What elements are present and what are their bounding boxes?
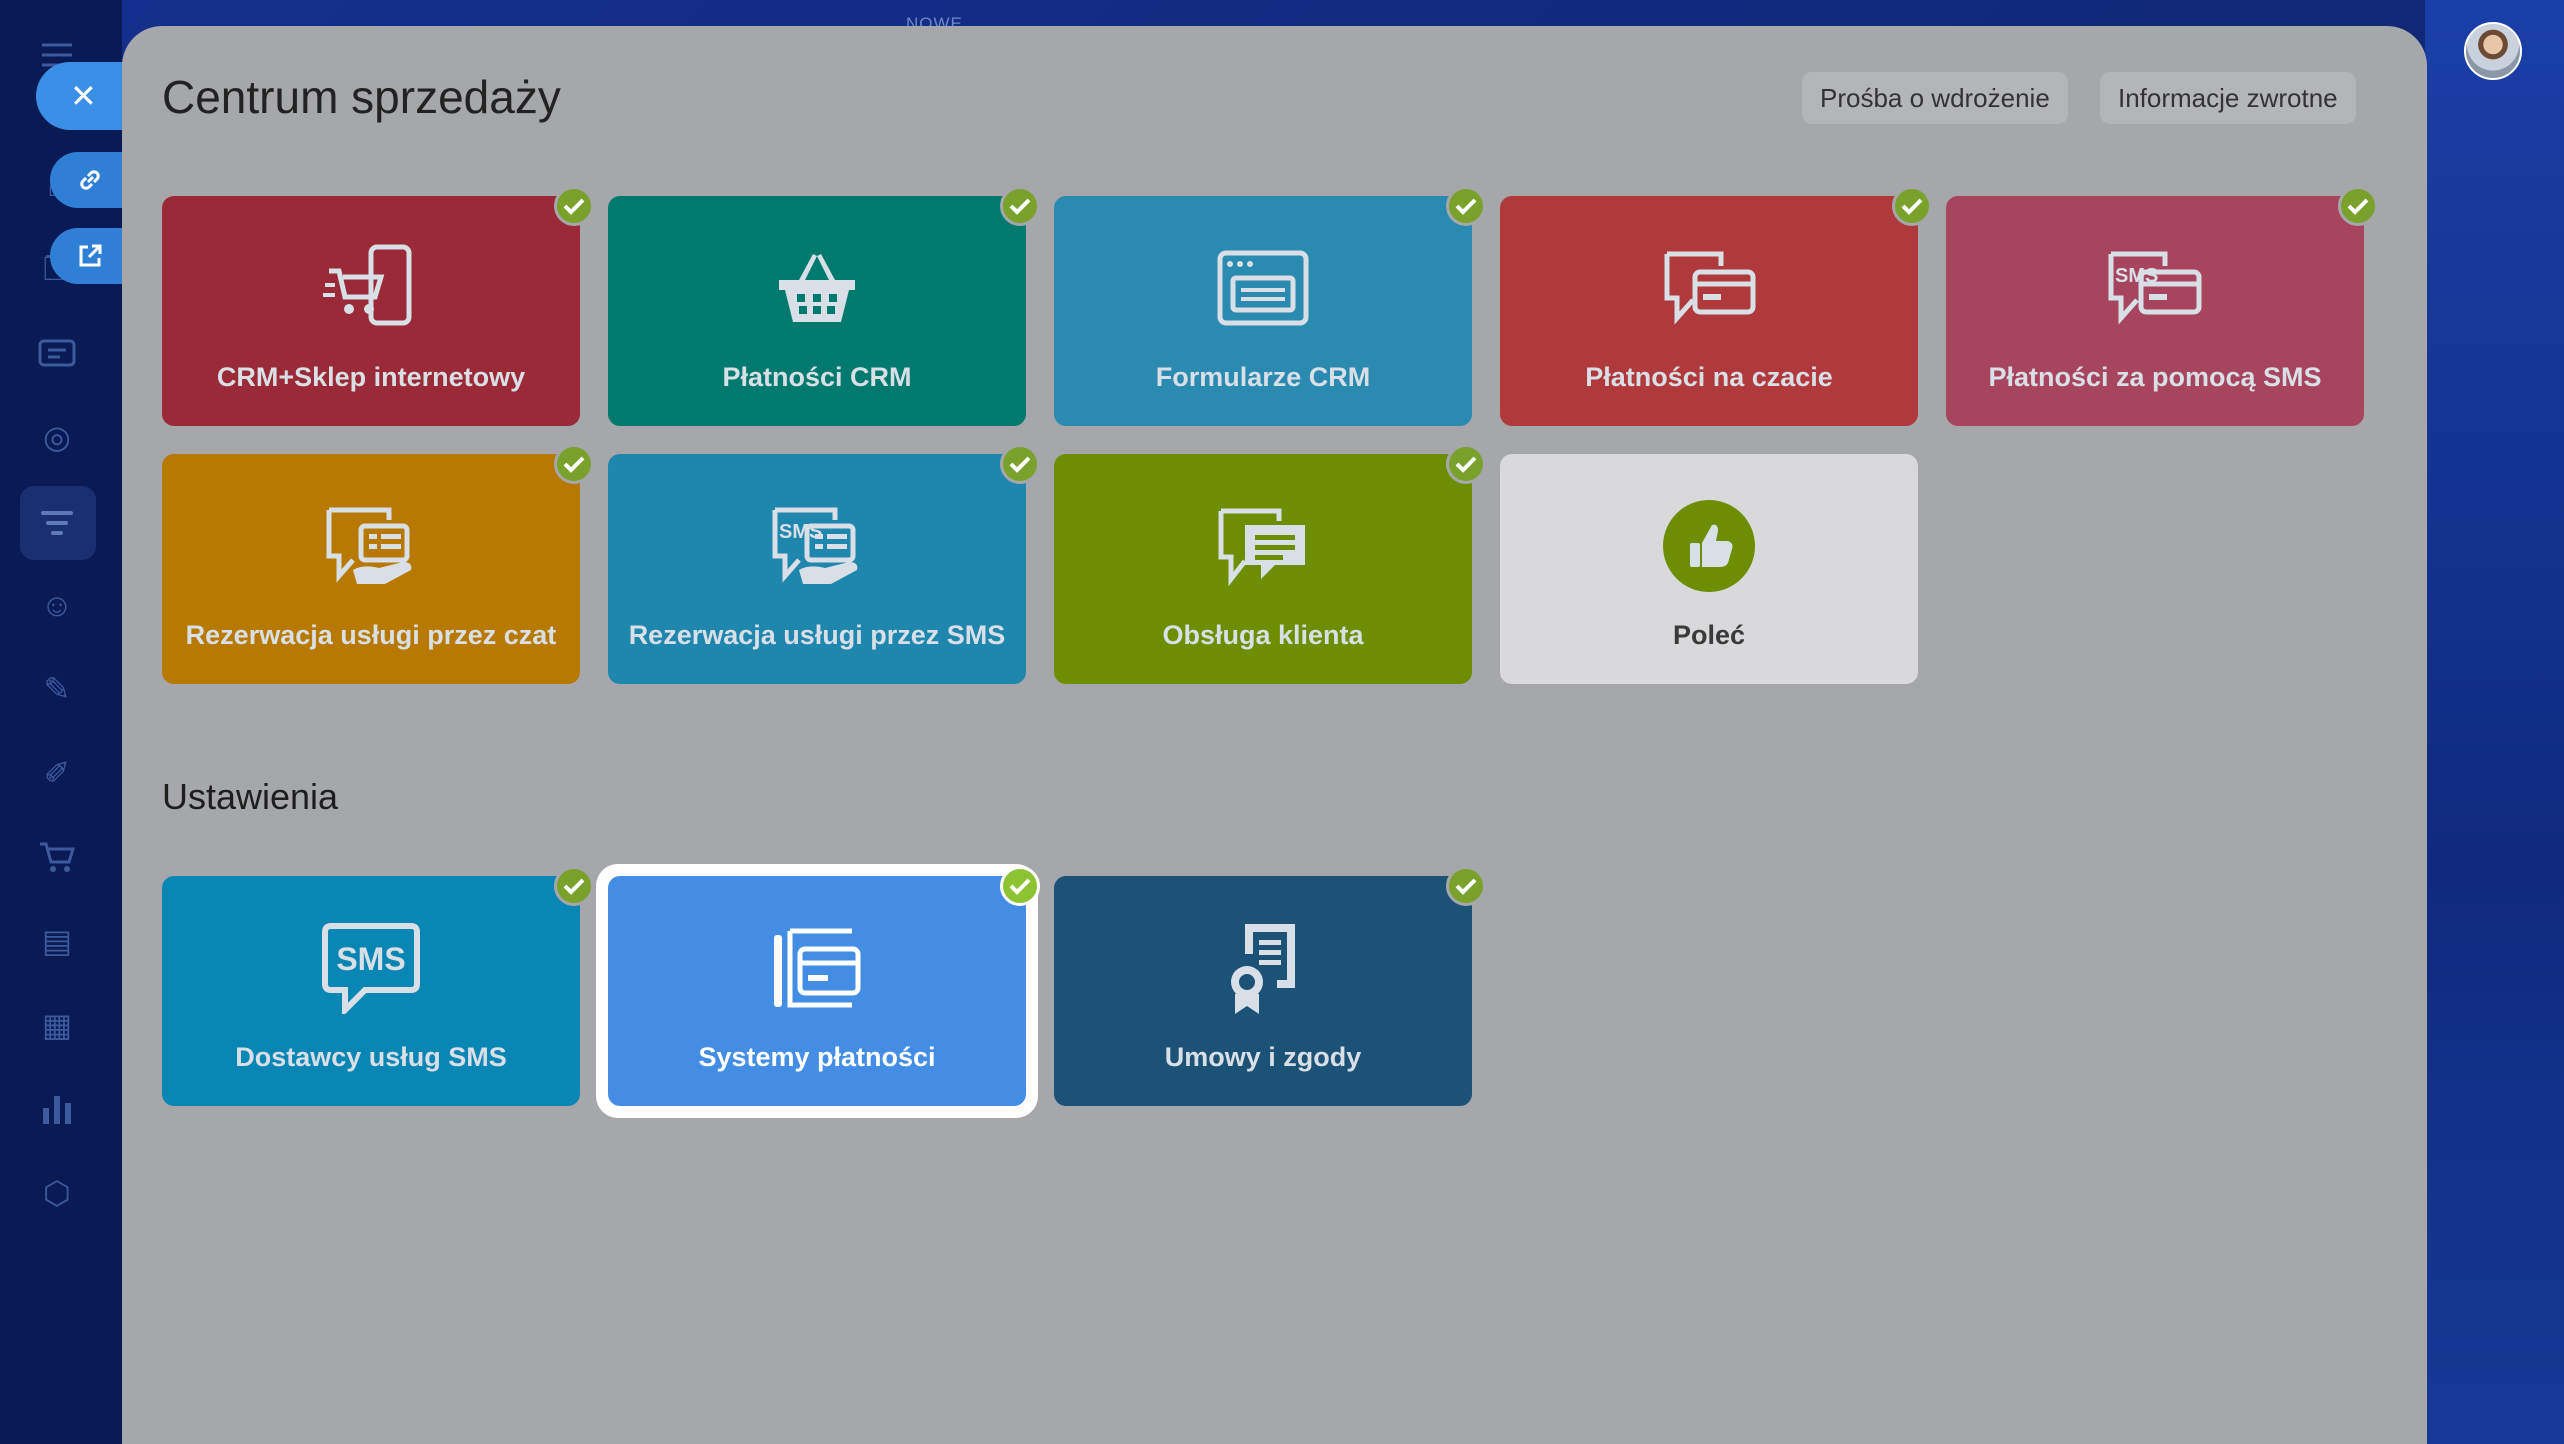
payment-cards-icon: [770, 920, 864, 1016]
implementation-request-button[interactable]: Prośba o wdrożenie: [1802, 72, 2068, 124]
background-right-panel: [2425, 0, 2564, 1444]
tile-recommend[interactable]: Poleć: [1500, 454, 1918, 684]
tile-sms-providers[interactable]: SMS Dostawcy usług SMS: [162, 866, 594, 1106]
settings-icon[interactable]: ⬡: [36, 1172, 78, 1214]
settings-section-title: Ustawienia: [162, 776, 339, 817]
analytics-icon[interactable]: [36, 1088, 78, 1130]
tile-label: Formularze CRM: [1155, 362, 1371, 392]
tile-label: Rezerwacja usługi przez czat: [185, 620, 557, 650]
svg-text:SMS: SMS: [2115, 265, 2158, 287]
check-icon: [554, 444, 594, 484]
tile-contracts-consents[interactable]: Umowy i zgody: [1054, 866, 1486, 1106]
sales-center-slider: Centrum sprzedaży Prośba o wdrożenie Inf…: [122, 26, 2427, 1444]
sms-card-icon: SMS: [2105, 240, 2205, 336]
sms-bubble-icon: SMS: [321, 920, 421, 1016]
tile-crm-shop[interactable]: CRM+Sklep internetowy: [162, 186, 594, 426]
link-icon: [80, 170, 100, 190]
check-icon: [554, 866, 594, 906]
external-link-icon: [79, 244, 102, 267]
warehouse-icon[interactable]: ▤: [36, 920, 78, 962]
page-title: Centrum sprzedaży: [162, 71, 561, 123]
sms-booking-icon: SMS: [769, 498, 865, 594]
tile-chat-booking[interactable]: Rezerwacja usługi przez czat: [162, 444, 594, 684]
check-icon: [1446, 444, 1486, 484]
tile-label: Rezerwacja usługi przez SMS: [628, 620, 1006, 650]
tile-label: Poleć: [1672, 620, 1746, 650]
tile-crm-payments[interactable]: Płatności CRM: [608, 186, 1040, 426]
svg-text:SMS: SMS: [779, 521, 822, 543]
check-icon: [1000, 444, 1040, 484]
tile-label: Płatności CRM: [722, 362, 912, 392]
certificate-icon: [1223, 920, 1303, 1016]
tile-sms-booking[interactable]: SMS Rezerwacja usługi przez SMS: [608, 444, 1040, 684]
tile-sms-payments[interactable]: SMS Płatności za pomocą SMS: [1946, 186, 2378, 426]
avatar[interactable]: [2464, 22, 2522, 80]
chat-card-icon: [1661, 240, 1757, 336]
cart-mobile-icon: [323, 240, 419, 336]
tile-label: Płatności na czacie: [1585, 362, 1833, 392]
svg-text:SMS: SMS: [336, 941, 405, 977]
check-icon: [554, 186, 594, 226]
tile-label: Umowy i zgody: [1164, 1042, 1362, 1072]
check-icon: [2338, 186, 2378, 226]
basket-icon: [777, 240, 857, 336]
tile-label: Płatności za pomocą SMS: [1988, 362, 2322, 392]
tile-customer-service[interactable]: Obsługa klienta: [1054, 444, 1486, 684]
target-icon[interactable]: ◎: [36, 416, 78, 458]
tile-label: CRM+Sklep internetowy: [216, 362, 526, 392]
tile-label: Systemy płatności: [698, 1042, 936, 1072]
edit-document-icon[interactable]: ✐: [36, 752, 78, 794]
background-sidebar: ⌂ ❐ ◎ ☺ ✎ ✐ ▤ ▦ ⬡: [0, 0, 122, 1444]
chat-booking-icon: [323, 498, 419, 594]
form-window-icon: [1217, 240, 1309, 336]
check-icon: [1000, 186, 1040, 226]
tile-label: Obsługa klienta: [1162, 620, 1364, 650]
tile-payment-systems[interactable]: Systemy płatności: [608, 866, 1040, 1106]
tile-crm-forms[interactable]: Formularze CRM: [1054, 186, 1486, 426]
shopping-cart-icon[interactable]: [36, 836, 78, 878]
check-icon: [1446, 866, 1486, 906]
check-icon: [1000, 866, 1040, 906]
funnel-icon[interactable]: [36, 502, 78, 544]
contacts-card-icon[interactable]: [36, 332, 78, 374]
check-icon: [1892, 186, 1932, 226]
tile-chat-payments[interactable]: Płatności na czacie: [1500, 186, 1932, 426]
pen-icon[interactable]: ✎: [36, 668, 78, 710]
check-icon: [1446, 186, 1486, 226]
calendar-icon[interactable]: ▦: [36, 1004, 78, 1046]
feedback-button[interactable]: Informacje zwrotne: [2100, 72, 2356, 124]
chat-bubbles-icon: [1215, 498, 1311, 594]
close-icon: ✕: [70, 78, 97, 114]
thumbs-up-icon: [1662, 498, 1756, 594]
robot-icon[interactable]: ☺: [36, 584, 78, 626]
tile-label: Dostawcy usług SMS: [235, 1042, 507, 1072]
